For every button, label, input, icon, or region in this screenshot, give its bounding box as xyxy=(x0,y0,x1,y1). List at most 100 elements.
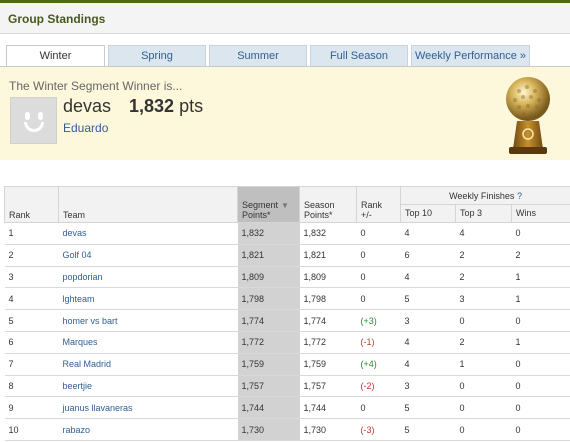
cell-segment-points: 1,798 xyxy=(237,287,300,311)
col-header-rank[interactable]: Rank xyxy=(4,186,59,223)
cell-season-points: 1,744 xyxy=(299,396,357,420)
col-header-team[interactable]: Team xyxy=(58,186,238,223)
table-row: 9 juanus llavaneras 1,744 1,744 0 5 0 0 xyxy=(4,396,570,420)
cell-team-link[interactable]: rabazo xyxy=(58,418,238,441)
col-header-top3[interactable]: Top 3 xyxy=(455,204,512,223)
golf-ball-trophy-icon xyxy=(506,77,550,154)
col-group-weekly-finishes: Weekly Finishes ? xyxy=(399,186,570,205)
sort-desc-icon: ▼ xyxy=(281,201,289,210)
cell-rank-change: (+4) xyxy=(356,353,401,376)
cell-rank-change: (-2) xyxy=(356,375,401,398)
cell-rank-change: 0 xyxy=(356,266,401,289)
cell-rank: 3 xyxy=(4,266,59,289)
tab-full-season[interactable]: Full Season xyxy=(310,45,408,67)
cell-rank-change: 0 xyxy=(356,244,401,267)
cell-rank: 7 xyxy=(4,353,59,376)
cell-season-points: 1,757 xyxy=(299,375,357,398)
cell-wins: 1 xyxy=(511,331,570,354)
cell-top3: 0 xyxy=(455,375,512,398)
cell-team-link[interactable]: homer vs bart xyxy=(58,309,238,332)
cell-top3: 0 xyxy=(455,396,512,420)
cell-segment-points: 1,821 xyxy=(237,244,300,267)
cell-season-points: 1,809 xyxy=(299,266,357,289)
cell-team-link[interactable]: popdorian xyxy=(58,266,238,289)
cell-rank: 1 xyxy=(4,222,59,245)
section-header: Group Standings xyxy=(0,3,570,34)
winner-points-unit: pts xyxy=(179,96,204,116)
col-header-season-points[interactable]: Season Points* xyxy=(299,186,357,223)
table-row: 2 Golf 04 1,821 1,821 0 6 2 2 xyxy=(4,244,570,267)
cell-top3: 2 xyxy=(455,266,512,289)
cell-season-points: 1,832 xyxy=(299,222,357,245)
table-row: 5 homer vs bart 1,774 1,774 (+3) 3 0 0 xyxy=(4,309,570,332)
cell-team-link[interactable]: beertjie xyxy=(58,375,238,398)
winner-user-link[interactable]: Eduardo xyxy=(63,121,108,135)
cell-top10: 5 xyxy=(400,418,456,441)
col-header-rank-change[interactable]: Rank +/- xyxy=(356,186,401,223)
col-header-top10[interactable]: Top 10 xyxy=(400,204,456,223)
cell-segment-points: 1,772 xyxy=(237,331,300,354)
table-row: 7 Real Madrid 1,759 1,759 (+4) 4 1 0 xyxy=(4,353,570,376)
cell-rank-change: (-3) xyxy=(356,418,401,441)
segment-points-line1: Segment xyxy=(242,200,279,210)
cell-segment-points: 1,757 xyxy=(237,375,300,398)
cell-wins: 1 xyxy=(511,287,570,311)
cell-top10: 6 xyxy=(400,244,456,267)
cell-wins: 0 xyxy=(511,375,570,398)
cell-wins: 0 xyxy=(511,353,570,376)
table-row: 10 rabazo 1,730 1,730 (-3) 5 0 0 xyxy=(4,418,570,441)
cell-wins: 1 xyxy=(511,266,570,289)
cell-rank: 6 xyxy=(4,331,59,354)
winner-caption: The Winter Segment Winner is... xyxy=(9,79,183,93)
cell-top10: 3 xyxy=(400,309,456,332)
cell-rank: 2 xyxy=(4,244,59,267)
rank-change-line1: Rank xyxy=(361,200,383,210)
cell-segment-points: 1,832 xyxy=(237,222,300,245)
weekly-finishes-help-link[interactable]: ? xyxy=(517,191,522,201)
avatar-right-eye xyxy=(38,112,43,120)
cell-rank: 9 xyxy=(4,396,59,420)
cell-team-link[interactable]: juanus llavaneras xyxy=(58,396,238,420)
cell-top3: 0 xyxy=(455,418,512,441)
cell-team-link[interactable]: lghteam xyxy=(58,287,238,311)
col-header-wins[interactable]: Wins xyxy=(510,204,570,223)
standings-table-container: Rank Team Segment ▼ Points* Season Points… xyxy=(4,186,570,441)
tab-spring[interactable]: Spring xyxy=(108,45,206,67)
cell-top3: 4 xyxy=(455,222,512,245)
cell-season-points: 1,798 xyxy=(299,287,357,311)
cell-top3: 3 xyxy=(455,287,512,311)
cell-wins: 0 xyxy=(511,396,570,420)
col-header-segment-points[interactable]: Segment ▼ Points* xyxy=(237,186,300,223)
cell-rank: 10 xyxy=(4,418,59,441)
table-row: 6 Marques 1,772 1,772 (-1) 4 2 1 xyxy=(4,331,570,354)
cell-season-points: 1,821 xyxy=(299,244,357,267)
tab-weekly-performance[interactable]: Weekly Performance » xyxy=(411,45,530,67)
cell-rank-change: 0 xyxy=(356,222,401,245)
cell-segment-points: 1,774 xyxy=(237,309,300,332)
cell-top10: 4 xyxy=(400,222,456,245)
cell-team-link[interactable]: Golf 04 xyxy=(58,244,238,267)
cell-rank: 4 xyxy=(4,287,59,311)
cell-top3: 1 xyxy=(455,353,512,376)
weekly-finishes-label: Weekly Finishes xyxy=(449,190,515,201)
winner-team: devas xyxy=(63,96,112,116)
cell-rank: 5 xyxy=(4,309,59,332)
cell-wins: 0 xyxy=(511,309,570,332)
standings-table: Rank Team Segment ▼ Points* Season Points… xyxy=(4,186,570,441)
cell-top3: 0 xyxy=(455,309,512,332)
cell-rank: 8 xyxy=(4,375,59,398)
cell-top10: 4 xyxy=(400,331,456,354)
tab-summer[interactable]: Summer xyxy=(209,45,307,67)
table-row: 4 lghteam 1,798 1,798 0 5 3 1 xyxy=(4,287,570,311)
cell-team-link[interactable]: Marques xyxy=(58,331,238,354)
cell-segment-points: 1,759 xyxy=(237,353,300,376)
cell-rank-change: 0 xyxy=(356,287,401,311)
cell-segment-points: 1,730 xyxy=(237,418,300,441)
cell-team-link[interactable]: devas xyxy=(58,222,238,245)
cell-team-link[interactable]: Real Madrid xyxy=(58,353,238,376)
cell-rank-change: 0 xyxy=(356,396,401,420)
tab-winter[interactable]: Winter xyxy=(6,45,105,68)
cell-segment-points: 1,809 xyxy=(237,266,300,289)
cell-season-points: 1,772 xyxy=(299,331,357,354)
rank-change-line2: +/- xyxy=(361,210,372,220)
